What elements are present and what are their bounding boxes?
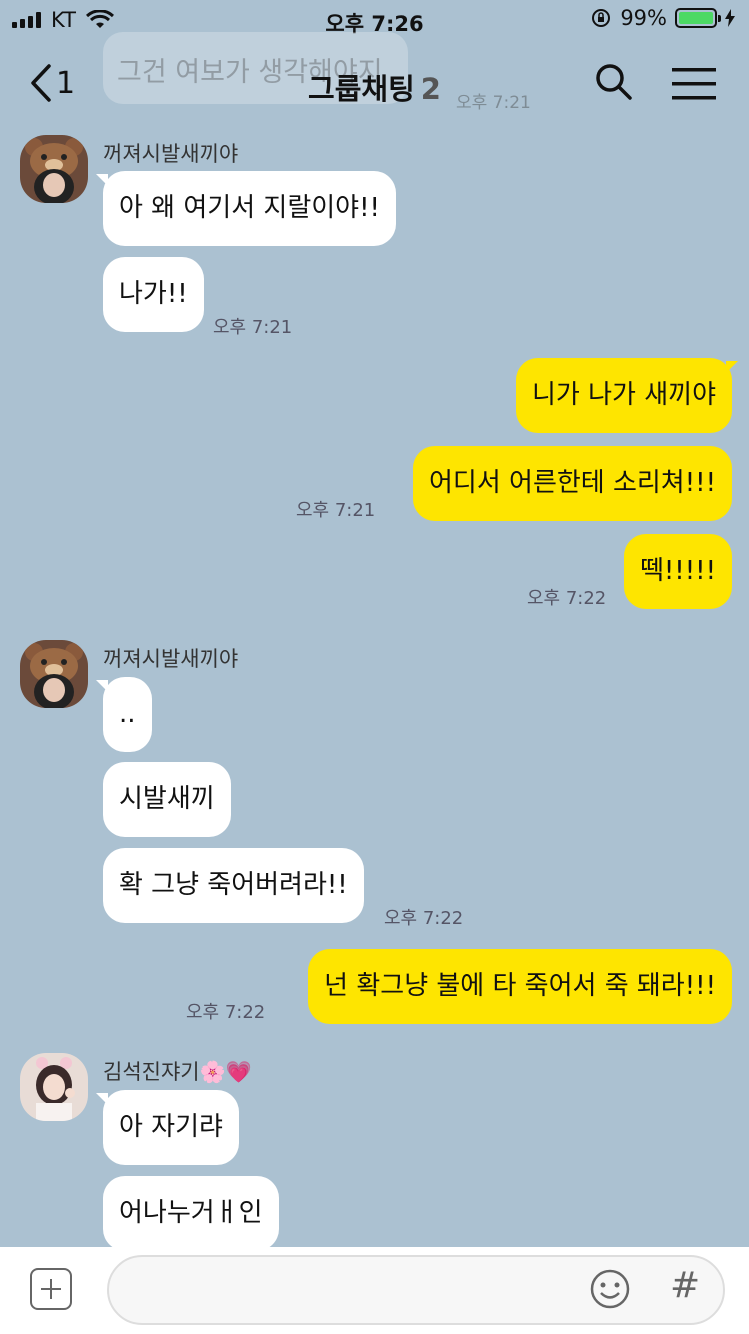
chat-title-text: 그룹채팅	[308, 72, 415, 106]
emoji-icon	[590, 1269, 630, 1309]
message-bubble[interactable]: 나가!!	[103, 257, 204, 332]
message-bubble[interactable]: 니가 나가 새끼야	[516, 358, 732, 433]
status-right: 99%	[590, 6, 735, 30]
menu-icon	[672, 68, 716, 100]
avatar[interactable]	[20, 640, 88, 708]
orientation-lock-icon	[592, 9, 611, 27]
battery-percent: 99%	[620, 6, 667, 30]
sender-name: 꺼져시발새끼야	[103, 647, 239, 671]
message-input[interactable]	[107, 1255, 725, 1325]
avatar[interactable]	[20, 1053, 88, 1121]
message-time: 오후 7:22	[527, 588, 607, 609]
input-bar: #	[0, 1247, 749, 1334]
chat-header: 1 그룹채팅 2	[0, 40, 749, 126]
message-time: 오후 7:21	[296, 500, 376, 521]
battery-icon	[675, 8, 721, 28]
girl-avatar-icon	[20, 1053, 88, 1121]
message-bubble[interactable]: 어디서 어른한테 소리쳐!!!	[413, 446, 732, 521]
message-bubble[interactable]: 넌 확그냥 불에 타 죽어서 죽 돼라!!!	[308, 949, 732, 1024]
message-bubble[interactable]: 아 왜 여기서 지랄이야!!	[103, 171, 396, 246]
avatar[interactable]	[20, 135, 88, 203]
message-time: 오후 7:21	[213, 317, 293, 338]
message-time: 오후 7:22	[384, 908, 464, 929]
chat-title: 그룹채팅 2	[0, 66, 749, 108]
bubble-tail	[726, 361, 738, 373]
sender-name: 김석진쟈기🌸💗	[103, 1060, 252, 1084]
message-bubble[interactable]: 아 자기랴	[103, 1090, 239, 1165]
hash-icon[interactable]: #	[670, 1265, 700, 1306]
member-count: 2	[420, 72, 441, 106]
bear-hat-avatar-icon	[20, 640, 88, 708]
message-bubble[interactable]: 확 그냥 죽어버려라!!	[103, 848, 364, 923]
message-bubble[interactable]: 시발새끼	[103, 762, 231, 837]
bear-hat-avatar-icon	[20, 135, 88, 203]
message-bubble[interactable]: ..	[103, 677, 152, 752]
message-time: 오후 7:22	[186, 1002, 266, 1023]
search-button[interactable]	[594, 62, 634, 106]
message-bubble[interactable]: 떽!!!!!	[623, 534, 732, 609]
plus-icon[interactable]	[30, 1268, 72, 1310]
message-bubble[interactable]: 어나누거ㅐ인	[103, 1176, 279, 1251]
search-icon	[596, 64, 632, 100]
charging-bolt-icon	[725, 9, 735, 27]
emoji-button[interactable]	[589, 1268, 631, 1314]
sender-name: 꺼져시발새끼야	[103, 142, 239, 166]
menu-button[interactable]	[672, 68, 716, 104]
